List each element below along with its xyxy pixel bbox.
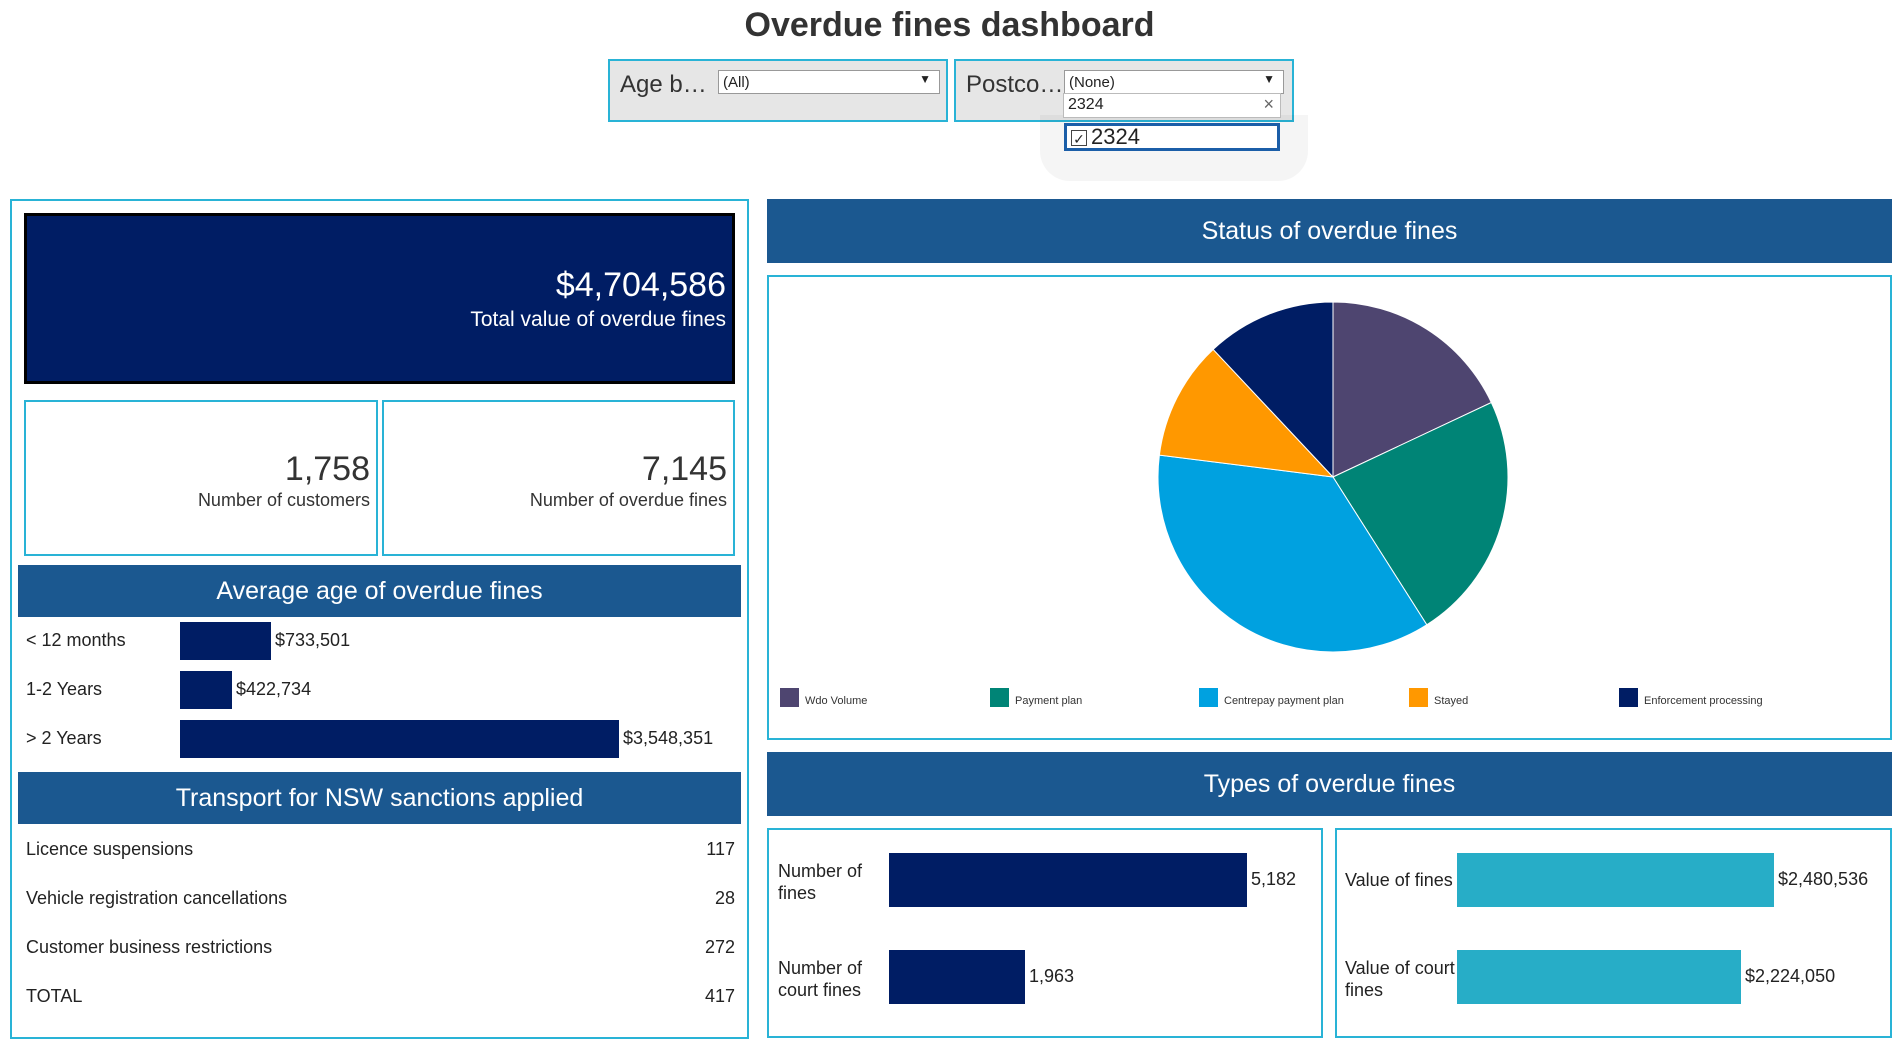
postcode-search-input[interactable]: 2324 × [1063,93,1281,118]
legend-swatch [780,688,799,707]
age-bar [180,622,271,660]
type-value-value: $2,224,050 [1745,966,1836,986]
postcode-filter-label: Postco… [966,71,1064,98]
legend-swatch [1199,688,1218,707]
total-value: $4,704,586 [555,266,726,304]
legend-label: Enforcement processing [1644,695,1763,707]
legend-label: Stayed [1434,695,1469,707]
legend-label: Centrepay payment plan [1224,695,1344,707]
type-value-label: Value of court fines [1345,958,1455,1000]
age-filter: Age b… (All) ▼ [608,59,948,122]
legend-swatch [990,688,1009,707]
type-count-label: Number of court fines [778,958,863,1000]
sanction-value: 272 [704,937,735,957]
checkbox-icon[interactable]: ✓ [1071,130,1087,147]
legend-swatch [1619,688,1638,707]
close-icon[interactable]: × [1263,94,1274,115]
age-bar-value: $733,501 [275,630,351,650]
fines-label: Number of overdue fines [529,490,727,510]
age-bar-value: $3,548,351 [623,728,714,748]
sanction-value: 117 [706,839,735,859]
sanction-value: 417 [704,986,735,1006]
total-value-card: $4,704,586 Total value of overdue fines [24,213,735,384]
type-count-bar [889,853,1247,907]
type-count-bar [889,950,1025,1004]
age-bar [180,671,232,709]
postcode-option[interactable]: ✓ 2324 [1064,123,1280,151]
customers-value: 1,758 [284,450,370,488]
type-value-bar [1457,950,1741,1004]
age-bar-value: $422,734 [236,679,312,699]
age-bar [180,720,619,758]
type-value-value: $2,480,536 [1778,869,1869,889]
type-value-label: Value of fines [1345,870,1453,890]
search-text: 2324 [1068,96,1104,113]
legend-swatch [1409,688,1428,707]
age-row-label: 1-2 Years [26,679,103,699]
type-count-value: 5,182 [1251,869,1297,889]
type-count-value: 1,963 [1029,966,1075,986]
fines-value: 7,145 [641,450,727,488]
status-header: Status of overdue fines [767,199,1892,263]
sanction-label: Customer business restrictions [26,937,273,957]
age-dropdown-value: (All) [723,74,750,91]
option-label: 2324 [1091,124,1140,149]
postcode-dropdown[interactable]: (None) ▼ [1064,70,1284,94]
sanction-label: TOTAL [26,986,83,1006]
page-title: Overdue fines dashboard [744,6,1155,44]
age-row-label: < 12 months [26,630,126,650]
sanction-value: 28 [714,888,735,908]
status-panel [767,275,1892,740]
average-age-header: Average age of overdue fines [18,565,741,617]
types-header: Types of overdue fines [767,752,1892,816]
customers-card: 1,758 Number of customers [24,400,378,556]
age-dropdown[interactable]: (All) ▼ [718,70,940,94]
age-filter-label: Age b… [620,71,707,98]
sanctions-header: Transport for NSW sanctions applied [18,772,741,824]
age-row-label: > 2 Years [26,728,102,748]
customers-label: Number of customers [197,490,370,510]
type-value-bar [1457,853,1774,907]
chevron-down-icon: ▼ [919,72,931,86]
postcode-dropdown-value: (None) [1069,74,1115,91]
fines-card: 7,145 Number of overdue fines [382,400,735,556]
legend-label: Payment plan [1015,695,1083,707]
legend-label: Wdo Volume [805,695,868,707]
total-value-label: Total value of overdue fines [470,308,726,331]
status-pie-chart [1157,301,1509,653]
chevron-down-icon: ▼ [1263,72,1275,86]
sanction-label: Vehicle registration cancellations [26,888,288,908]
type-count-label: Number of fines [778,861,863,903]
sanction-label: Licence suspensions [26,839,194,859]
